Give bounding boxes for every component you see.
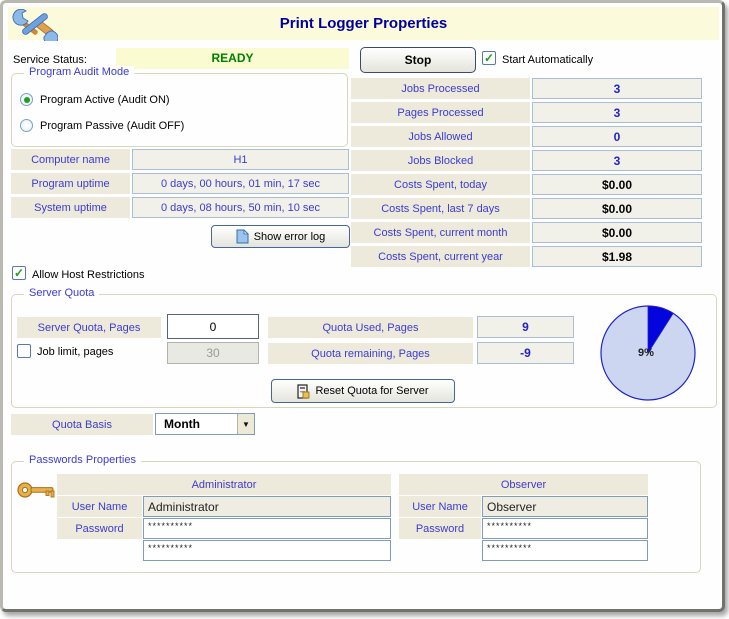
audit-mode-group: Program Audit Mode Program Active (Audit… bbox=[11, 66, 348, 147]
password-mask: ********** bbox=[487, 521, 533, 531]
costs-7days-value: $0.00 bbox=[532, 198, 702, 219]
program-uptime-label: Program uptime bbox=[11, 173, 130, 194]
pages-processed-value: 3 bbox=[532, 102, 702, 123]
check-icon: ✓ bbox=[483, 51, 495, 65]
document-icon bbox=[236, 229, 249, 244]
radio-program-active-label: Program Active (Audit ON) bbox=[40, 94, 170, 106]
start-automatically-label: Start Automatically bbox=[502, 54, 594, 66]
jobs-processed-label: Jobs Processed bbox=[351, 78, 530, 99]
computer-name-value: H1 bbox=[132, 149, 349, 170]
costs-7days-label: Costs Spent, last 7 days bbox=[351, 198, 530, 219]
stop-button[interactable]: Stop bbox=[360, 47, 476, 73]
costs-month-value: $0.00 bbox=[532, 222, 702, 243]
service-status-label: Service Status: bbox=[13, 54, 87, 66]
jobs-processed-value: 3 bbox=[532, 78, 702, 99]
admin-username-field[interactable]: Administrator bbox=[143, 496, 391, 517]
print-logger-window: Print Logger Properties Service Status: … bbox=[0, 0, 725, 612]
start-automatically-checkbox[interactable]: ✓ bbox=[482, 51, 496, 65]
tools-icon bbox=[12, 9, 58, 41]
quota-remaining-label: Quota remaining, Pages bbox=[268, 343, 473, 364]
window-header: Print Logger Properties bbox=[8, 7, 719, 40]
costs-month-label: Costs Spent, current month bbox=[351, 222, 530, 243]
quota-basis-dropdown[interactable]: Month ▼ bbox=[155, 413, 255, 435]
quota-used-label: Quota Used, Pages bbox=[268, 317, 473, 338]
server-quota-title: Server Quota bbox=[24, 287, 100, 299]
show-error-log-button[interactable]: Show error log bbox=[211, 225, 350, 248]
system-uptime-label: System uptime bbox=[11, 197, 130, 218]
jobs-blocked-label: Jobs Blocked bbox=[351, 150, 530, 171]
radio-program-active[interactable] bbox=[20, 93, 33, 106]
jobs-blocked-value: 3 bbox=[532, 150, 702, 171]
page-title: Print Logger Properties bbox=[279, 15, 448, 32]
allow-host-restrictions-label: Allow Host Restrictions bbox=[32, 269, 145, 281]
jobs-allowed-value: 0 bbox=[532, 126, 702, 147]
observer-username-field[interactable]: Observer bbox=[482, 496, 648, 517]
observer-password-confirm-field[interactable]: ********** bbox=[482, 540, 648, 561]
administrator-header: Administrator bbox=[57, 474, 391, 495]
chevron-down-icon[interactable]: ▼ bbox=[237, 414, 254, 434]
observer-username-label: User Name bbox=[399, 496, 481, 517]
admin-username-label: User Name bbox=[57, 496, 142, 517]
server-quota-pages-label: Server Quota, Pages bbox=[17, 317, 161, 338]
admin-password-label: Password bbox=[57, 518, 142, 539]
password-mask: ********** bbox=[148, 543, 194, 553]
observer-header: Observer bbox=[399, 474, 648, 495]
observer-password-field[interactable]: ********** bbox=[482, 518, 648, 539]
password-mask: ********** bbox=[148, 521, 194, 531]
costs-year-value: $1.98 bbox=[532, 246, 702, 267]
computer-name-label: Computer name bbox=[11, 149, 130, 170]
job-limit-label: Job limit, pages bbox=[37, 346, 114, 358]
password-mask: ********** bbox=[487, 543, 533, 553]
pages-processed-label: Pages Processed bbox=[351, 102, 530, 123]
admin-password-field[interactable]: ********** bbox=[143, 518, 391, 539]
key-icon bbox=[16, 479, 56, 501]
server-quota-pages-input[interactable]: 0 bbox=[167, 314, 259, 339]
check-icon: ✓ bbox=[13, 266, 25, 280]
reset-quota-label: Reset Quota for Server bbox=[315, 385, 429, 397]
costs-today-label: Costs Spent, today bbox=[351, 174, 530, 195]
quota-basis-label: Quota Basis bbox=[11, 414, 153, 435]
observer-password-label: Password bbox=[399, 518, 481, 539]
quota-used-value: 9 bbox=[477, 316, 574, 338]
program-uptime-value: 0 days, 00 hours, 01 min, 17 sec bbox=[132, 173, 349, 194]
quota-basis-value: Month bbox=[164, 417, 200, 431]
quota-pie-label: 9% bbox=[638, 347, 654, 359]
radio-dot bbox=[23, 96, 30, 103]
system-uptime-value: 0 days, 08 hours, 50 min, 10 sec bbox=[132, 197, 349, 218]
passwords-title: Passwords Properties bbox=[24, 454, 141, 466]
radio-program-passive-label: Program Passive (Audit OFF) bbox=[40, 120, 185, 132]
job-limit-checkbox[interactable]: ✓ bbox=[17, 344, 31, 358]
quota-remaining-value: -9 bbox=[477, 342, 574, 364]
costs-today-value: $0.00 bbox=[532, 174, 702, 195]
reset-quota-icon bbox=[297, 383, 310, 399]
costs-year-label: Costs Spent, current year bbox=[351, 246, 530, 267]
show-error-log-label: Show error log bbox=[253, 230, 326, 243]
reset-quota-button[interactable]: Reset Quota for Server bbox=[271, 379, 455, 403]
allow-host-restrictions-checkbox[interactable]: ✓ bbox=[12, 266, 26, 280]
audit-mode-title: Program Audit Mode bbox=[24, 66, 135, 78]
service-status-value: READY bbox=[116, 48, 349, 69]
job-limit-input: 30 bbox=[167, 342, 259, 364]
admin-password-confirm-field[interactable]: ********** bbox=[143, 540, 391, 561]
jobs-allowed-label: Jobs Allowed bbox=[351, 126, 530, 147]
radio-program-passive[interactable] bbox=[20, 119, 33, 132]
